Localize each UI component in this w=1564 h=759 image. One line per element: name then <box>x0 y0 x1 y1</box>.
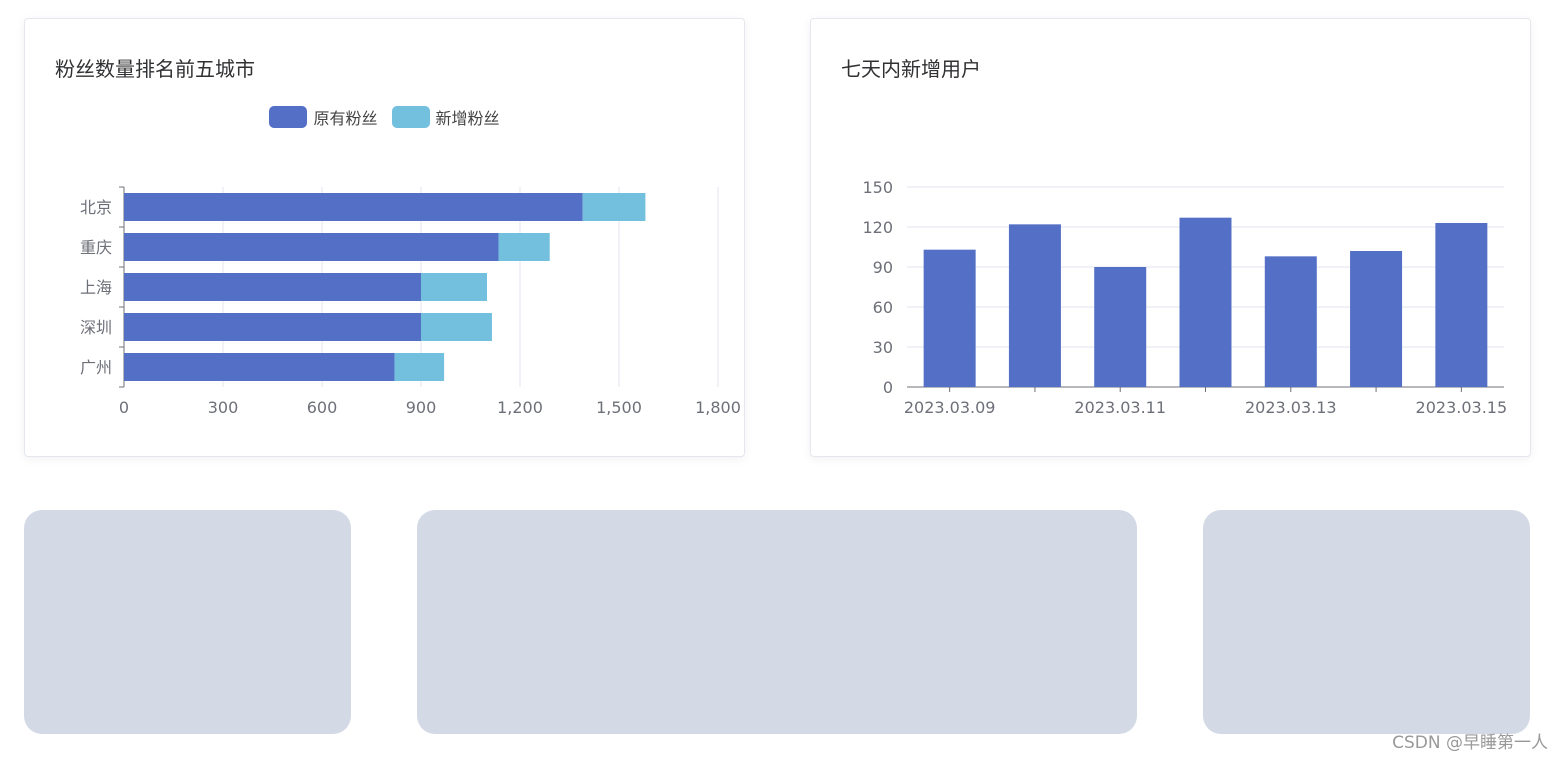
y-tick-label: 重庆 <box>80 238 112 257</box>
x-tick-label: 1,500 <box>596 398 642 417</box>
bar-original-fans <box>124 353 395 381</box>
bar-new-fans <box>582 193 646 221</box>
x-tick-label: 600 <box>307 398 338 417</box>
x-tick-label: 1,800 <box>695 398 741 417</box>
new-users-chart-plot: 0 30 60 90 120 150 2023.03.09 2023.03.11 2023.03… <box>862 178 1508 417</box>
bar-new-users <box>1435 223 1488 387</box>
y-tick-label: 广州 <box>80 358 112 377</box>
bar-new-users <box>1264 256 1317 387</box>
y-tick-label: 120 <box>862 218 893 237</box>
bar-new-users <box>923 249 976 387</box>
fans-city-chart-card: 粉丝数量排名前五城市 原有粉丝 新增粉丝 0 300 600 900 1,200 1,50… <box>24 18 745 457</box>
y-tick-label: 60 <box>873 298 893 317</box>
bar-new-fans <box>421 313 492 341</box>
bar-original-fans <box>124 233 499 261</box>
x-tick-label: 2023.03.11 <box>1074 398 1166 417</box>
bar-original-fans <box>124 313 421 341</box>
bar-original-fans <box>124 193 583 221</box>
y-tick-label: 150 <box>862 178 893 197</box>
y-tick-label: 30 <box>873 338 893 357</box>
bar-new-users <box>1350 251 1403 387</box>
y-tick-label: 深圳 <box>80 318 112 337</box>
watermark-text: CSDN @早睡第一人 <box>1392 733 1548 753</box>
bar-new-users <box>1094 267 1147 387</box>
x-tick-label: 1,200 <box>497 398 543 417</box>
bar-new-users <box>1008 224 1061 387</box>
placeholder-card-center <box>417 510 1137 734</box>
x-tick-label: 300 <box>208 398 239 417</box>
x-tick-label: 2023.03.15 <box>1416 398 1508 417</box>
bar-new-fans <box>498 233 550 261</box>
x-tick-label: 900 <box>406 398 437 417</box>
bar-new-fans <box>421 273 487 301</box>
x-tick-label: 2023.03.13 <box>1245 398 1337 417</box>
x-tick-label: 2023.03.09 <box>904 398 996 417</box>
placeholder-card-right <box>1203 510 1530 734</box>
bar-new-users <box>1179 217 1232 387</box>
fans-chart-plot: 0 300 600 900 1,200 1,500 1,800 北京重庆上海深圳广州 <box>80 186 741 417</box>
y-tick-label: 上海 <box>80 278 112 297</box>
x-tick-label: 0 <box>119 398 129 417</box>
placeholder-card-left <box>24 510 351 734</box>
bar-new-fans <box>394 353 445 381</box>
y-tick-label: 0 <box>883 378 893 397</box>
new-users-chart-card: 七天内新增用户 0 30 60 90 120 150 2023.03.09 2023.03.1… <box>810 18 1531 457</box>
bar-original-fans <box>124 273 421 301</box>
y-tick-label: 90 <box>873 258 893 277</box>
y-tick-label: 北京 <box>80 198 112 217</box>
